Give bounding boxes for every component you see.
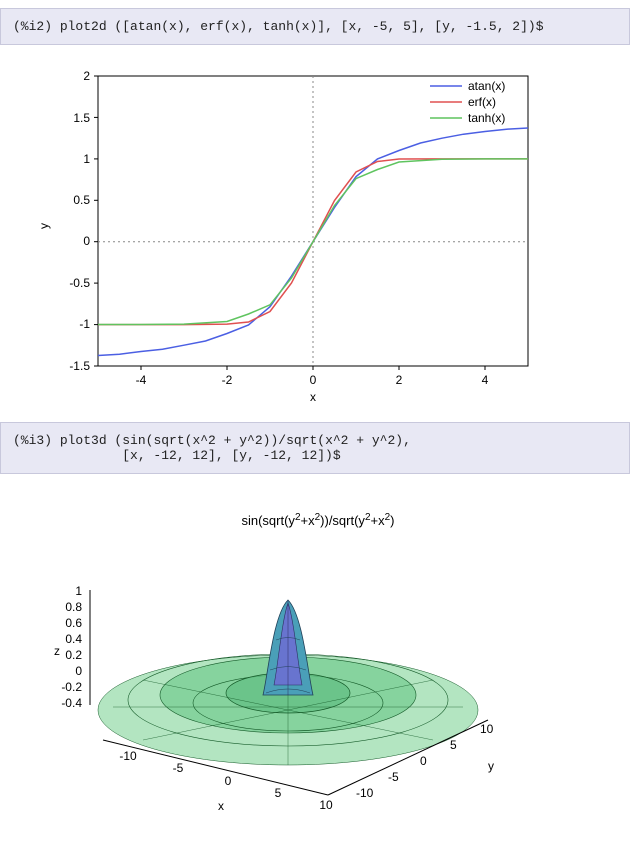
ytick-label: 0 [420, 754, 427, 768]
ytick-label: 0.5 [73, 193, 90, 207]
ytick-label: -1 [79, 317, 90, 331]
xtick-label: 5 [275, 786, 282, 800]
ztick-label: -0.4 [61, 696, 82, 710]
ytick-label: 10 [480, 722, 494, 736]
ztick-label: 1 [75, 584, 82, 598]
plot3d-title: sin(sqrt(y2+x2))/sqrt(y2+x2) [241, 512, 394, 528]
xtick-label: 0 [225, 774, 232, 788]
yticks: -1.5 -1 -0.5 0 0.5 1 1.5 2 [69, 69, 98, 373]
code-input-i3: (%i3) plot3d (sin(sqrt(x^2 + y^2))/sqrt(… [0, 422, 630, 474]
prompt-i2: (%i2) [13, 19, 52, 34]
ytick-label: 2 [83, 69, 90, 83]
xticks: -4 -2 0 2 4 [136, 366, 489, 387]
xtick-label: 2 [396, 373, 403, 387]
xtick-label: -4 [136, 373, 147, 387]
ztick-label: 0.6 [65, 616, 82, 630]
cmd-i2: plot2d ([atan(x), erf(x), tanh(x)], [x, … [60, 19, 544, 34]
ytick-label: -10 [356, 786, 374, 800]
ytick-label: 5 [450, 738, 457, 752]
legend-tanh: tanh(x) [468, 111, 505, 125]
xtick-label: 10 [319, 798, 333, 812]
ztick-label: 0.2 [65, 648, 82, 662]
xtick-label: 4 [482, 373, 489, 387]
ytick-label: -1.5 [69, 359, 90, 373]
ylabel: y [488, 759, 494, 773]
plot3d-area: sin(sqrt(y2+x2))/sqrt(y2+x2) 1 0.8 0.6 0… [0, 482, 630, 838]
surface [98, 600, 478, 765]
xlabel: x [310, 390, 316, 404]
ztick-label: 0.4 [65, 632, 82, 646]
ytick-label: -0.5 [69, 276, 90, 290]
xtick-label: -2 [222, 373, 233, 387]
legend-erf: erf(x) [468, 95, 496, 109]
cmd-i3-line1: plot3d (sin(sqrt(x^2 + y^2))/sqrt(x^2 + … [60, 433, 411, 448]
prompt-i3: (%i3) [13, 433, 52, 448]
ylabel: y [37, 223, 51, 229]
ztick-label: -0.2 [61, 680, 82, 694]
ytick-label: -5 [388, 770, 399, 784]
zticks: 1 0.8 0.6 0.4 0.2 0 -0.2 -0.4 [61, 584, 82, 710]
plot2d-svg: -1.5 -1 -0.5 0 0.5 1 1.5 2 -4 -2 0 2 4 a… [28, 61, 548, 406]
xtick-label: -5 [173, 761, 184, 775]
code-input-i2: (%i2) plot2d ([atan(x), erf(x), tanh(x)]… [0, 8, 630, 45]
legend: atan(x) erf(x) tanh(x) [430, 79, 505, 125]
xtick-label: -10 [119, 749, 137, 763]
ztick-label: 0 [75, 664, 82, 678]
plot2d-area: -1.5 -1 -0.5 0 0.5 1 1.5 2 -4 -2 0 2 4 a… [0, 53, 630, 414]
ytick-label: 0 [83, 234, 90, 248]
ztick-label: 0.8 [65, 600, 82, 614]
ytick-label: 1 [83, 152, 90, 166]
plot3d-svg: sin(sqrt(y2+x2))/sqrt(y2+x2) 1 0.8 0.6 0… [28, 490, 548, 830]
ytick-label: 1.5 [73, 111, 90, 125]
cmd-i3-line2: [x, -12, 12], [y, -12, 12])$ [60, 448, 341, 463]
xtick-label: 0 [310, 373, 317, 387]
legend-atan: atan(x) [468, 79, 505, 93]
zlabel: z [54, 644, 60, 658]
xlabel: x [218, 799, 224, 813]
